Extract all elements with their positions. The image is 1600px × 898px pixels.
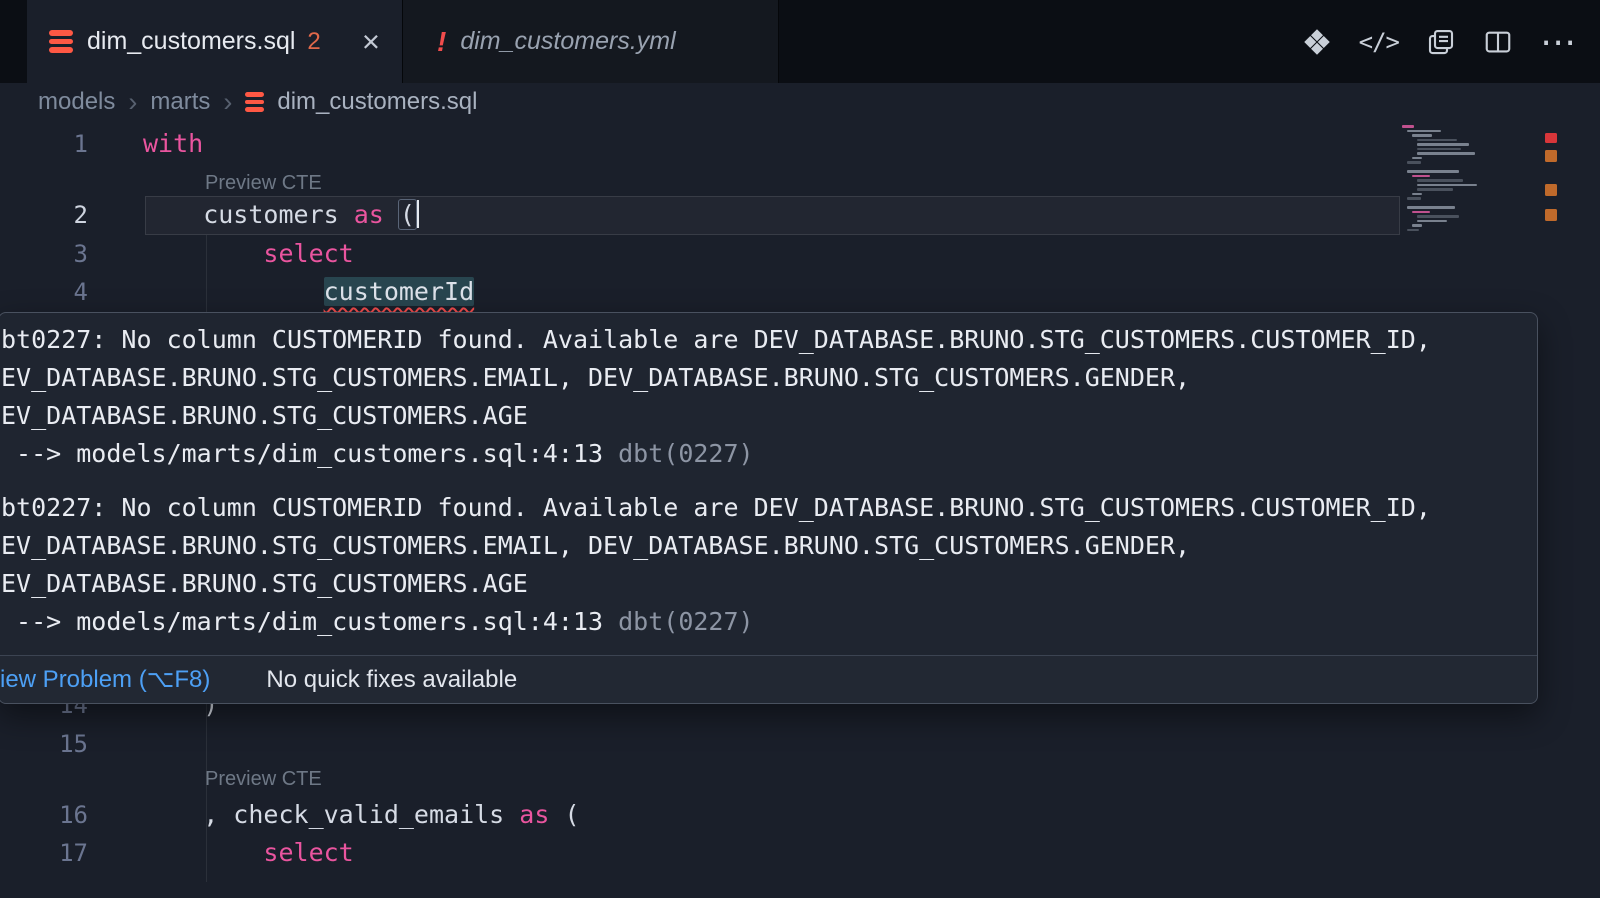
indent-guide [206,686,207,882]
editor-line-row[interactable]: 3 select [0,235,1600,274]
line-number: 4 [0,273,88,312]
text-cursor [417,200,420,228]
close-tab-icon[interactable]: × [362,26,380,57]
editor-actions: </> ⋯ [1302,0,1600,83]
hover-status-bar: iew Problem (⌥F8) No quick fixes availab… [0,655,1537,703]
error-indicator-icon: ! [437,26,446,58]
ruler-problem-mark [1545,209,1557,221]
line-number: 15 [0,725,88,764]
code-line[interactable]: , check_valid_emails as ( [143,796,580,835]
minimap-line [1417,152,1475,155]
code-line[interactable]: customers as ( [143,196,419,235]
minimap-line [1407,170,1459,173]
ruler-problem-mark [1545,133,1557,143]
minimap-line [1407,206,1455,209]
ruler-problem-mark [1545,184,1557,196]
minimap-line [1412,134,1432,137]
minimap[interactable] [1402,125,1543,245]
codelens-preview-cte[interactable]: Preview CTE [205,168,322,198]
line-number: 2 [0,196,88,235]
breadcrumb: models › marts › dim_customers.sql [0,83,1600,121]
minimap-line [1402,125,1414,128]
indent-guide [206,235,207,312]
minimap-line [1417,184,1477,187]
tab-dim-customers-yml[interactable]: ! dim_customers.yml [402,0,779,83]
error-token-customerid[interactable]: customerId [324,277,475,306]
minimap-line [1417,215,1459,218]
dbt-file-icon [49,30,73,53]
tab-bar: dim_customers.sql 2 × ! dim_customers.ym… [0,0,1600,83]
minimap-line [1417,139,1457,142]
minimap-line [1407,197,1421,200]
editor-line-row[interactable]: 2 customers as ( [0,196,1600,235]
problem-message: bt0227: No column CUSTOMERID found. Avai… [1,483,1521,651]
minimap-line [1407,229,1419,232]
editor-line-row[interactable]: Preview CTE [0,168,1600,198]
minimap-line [1412,224,1422,227]
breadcrumb-item-marts[interactable]: marts [150,88,210,116]
minimap-line [1407,130,1441,133]
ruler-problem-mark [1545,150,1557,162]
editor-line-row[interactable]: 17 select [0,834,1600,873]
editor-line-row[interactable]: 4 customerId [0,273,1600,312]
chevron-right-icon: › [223,89,232,116]
line-number: 16 [0,796,88,835]
minimap-line [1407,161,1421,164]
split-editor-icon[interactable] [1483,27,1513,57]
minimap-line [1417,188,1453,191]
line-number: 3 [0,235,88,274]
quick-fix-hint: No quick fixes available [266,666,517,694]
minimap-line [1412,175,1430,178]
dbt-logo-icon[interactable] [1302,27,1332,57]
minimap-line [1417,179,1463,182]
breadcrumb-item-models[interactable]: models [38,88,115,116]
chevron-right-icon: › [128,89,137,116]
codelens-preview-cte[interactable]: Preview CTE [205,764,322,794]
editor-line-row[interactable]: 16 , check_valid_emails as ( [0,796,1600,835]
minimap-line [1412,157,1422,160]
code-editor[interactable]: 1withPreview CTE2 customers as (3 select… [0,121,1600,898]
code-line[interactable]: select [143,235,354,274]
tab-badge: 2 [307,28,320,56]
tab-dim-customers-sql[interactable]: dim_customers.sql 2 × [27,0,402,83]
minimap-line [1417,143,1469,146]
tab-title: dim_customers.sql [87,27,295,56]
tabbar-spacer [0,0,27,83]
problem-message: bt0227: No column CUSTOMERID found. Avai… [1,315,1521,483]
problem-hover-popup: bt0227: No column CUSTOMERID found. Avai… [0,312,1538,704]
dbt-file-icon [245,92,264,112]
vscode-window: dim_customers.sql 2 × ! dim_customers.ym… [0,0,1600,898]
minimap-line [1417,148,1461,151]
editor-line-row[interactable]: 15 [0,725,1600,764]
code-line[interactable]: customerId [143,273,474,312]
more-actions-icon[interactable]: ⋯ [1540,37,1576,47]
preview-data-icon[interactable] [1426,27,1456,57]
minimap-line [1412,211,1430,214]
minimap-line [1417,220,1447,223]
minimap-line [1412,193,1422,196]
editor-line-row[interactable]: Preview CTE [0,764,1600,794]
inline-code-icon[interactable]: </> [1359,28,1399,56]
tab-title: dim_customers.yml [460,27,675,56]
editor-line-row[interactable]: 1 with [0,125,1600,164]
line-number: 1 [0,125,88,164]
breadcrumb-item-file[interactable]: dim_customers.sql [277,88,477,116]
line-number: 17 [0,834,88,873]
code-line[interactable]: with [143,125,203,164]
view-problem-link[interactable]: iew Problem (⌥F8) [0,665,210,694]
code-line[interactable]: select [143,834,354,873]
